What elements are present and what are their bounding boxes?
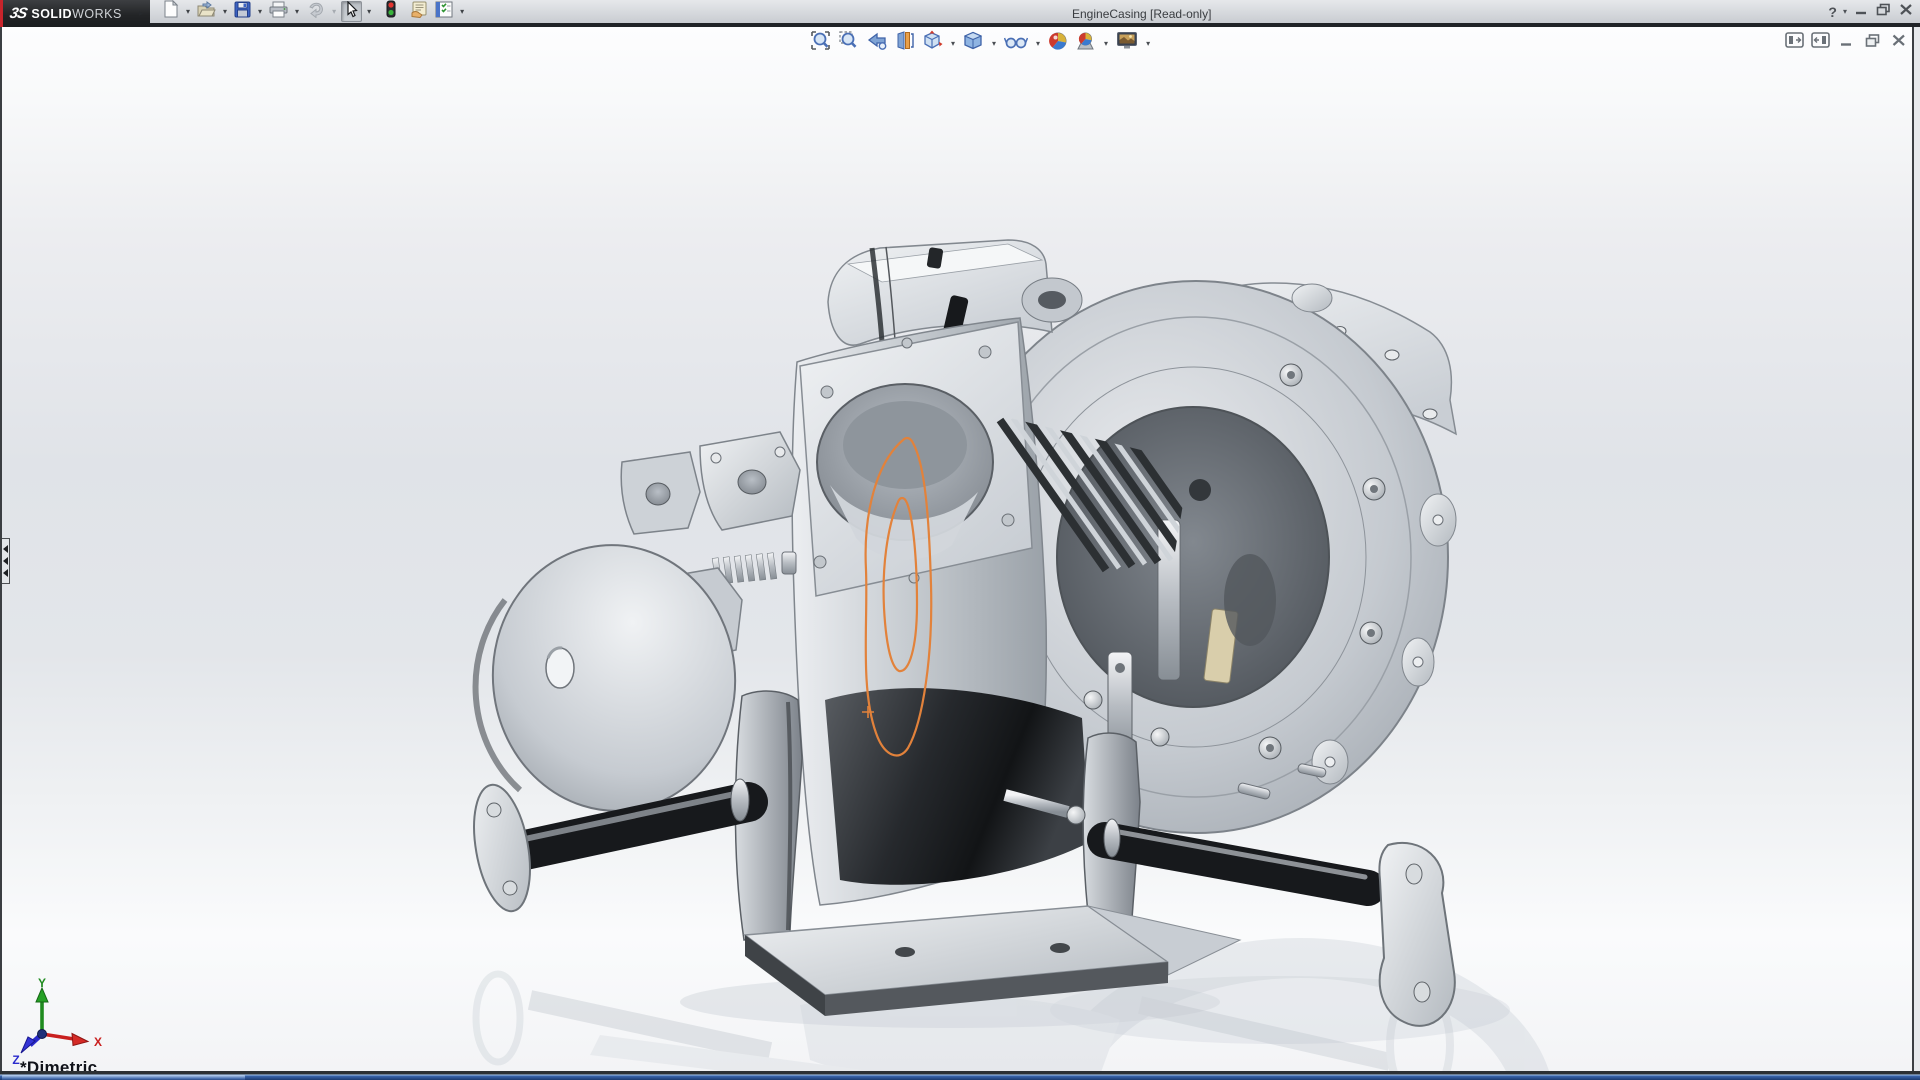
hide-show-items-icon [1003,32,1029,55]
select-dropdown-arrow[interactable]: ▾ [364,7,374,16]
undo-button[interactable] [304,1,327,22]
solidworks-window: 3S SOLID WORKS ▸ ▾ ▾ ▾ ▾ ▾ ▾ ▾ EngineCas… [0,0,1920,1080]
undo-icon [306,1,325,23]
ds-3s-logo-icon: 3S [8,5,29,22]
view-orientation-icon [922,30,943,56]
zoom-to-area-icon [838,30,859,56]
triad-x-axis[interactable]: X [41,1032,102,1050]
display-style-button[interactable] [961,31,986,55]
show-left-pane-button[interactable] [1785,32,1804,48]
previous-view-button[interactable] [864,31,890,55]
undo-dropdown-arrow[interactable]: ▾ [329,7,339,16]
file-properties-button[interactable] [408,1,431,22]
taskbar-button-fragment [2,1075,245,1080]
triad-origin [37,1029,47,1039]
select-cursor-icon [344,0,359,23]
select-tool-button[interactable] [341,0,363,23]
brand-solid: SOLID [31,6,73,21]
minimize-document-button[interactable] [1837,32,1856,48]
view-settings-button[interactable] [1114,31,1140,55]
file-properties-icon [410,1,429,23]
collapse-arrow-icon [2,545,8,553]
collapse-arrow-icon [2,569,8,577]
solidworks-logo[interactable]: 3S SOLID WORKS [0,0,150,27]
edit-appearance-icon [1048,31,1068,56]
orientation-triad[interactable]: Y X Z [6,978,110,1070]
view-orientation-button[interactable] [920,30,945,56]
menu-flyout-arrow-icon[interactable]: ▸ [139,8,144,19]
options-dropdown-arrow[interactable]: ▾ [457,7,467,16]
document-window-controls [1785,32,1908,48]
view-settings-icon [1116,31,1138,55]
apply-scene-icon [1075,31,1096,56]
save-button[interactable] [232,1,253,22]
new-dropdown-arrow[interactable]: ▾ [183,7,193,16]
window-controls: ? ▾ [1828,0,1914,23]
document-title: EngineCasing [Read-only] [1072,7,1212,21]
help-button[interactable]: ? [1828,4,1837,20]
triad-y-label: Y [38,978,46,990]
options-button[interactable] [433,1,455,22]
new-document-icon [162,0,179,23]
options-icon [435,1,453,23]
display-style-dropdown-arrow[interactable]: ▾ [989,39,999,48]
section-view-icon [895,30,915,56]
hide-show-items-button[interactable] [1002,31,1030,55]
zoom-to-fit-icon [810,30,831,56]
titlebar: 3S SOLID WORKS ▸ ▾ ▾ ▾ ▾ ▾ ▾ ▾ EngineCas… [0,0,1920,27]
brand-works: WORKS [72,6,122,21]
standard-toolbar: ▾ ▾ ▾ ▾ ▾ ▾ ▾ [160,0,467,23]
restore-document-button[interactable] [1863,32,1882,48]
save-dropdown-arrow[interactable]: ▾ [255,7,265,16]
triad-z-label: Z [12,1053,19,1067]
open-dropdown-arrow[interactable]: ▾ [220,7,230,16]
graphics-area[interactable]: ▾ ▾ ▾ ▾ ▾ Y X Z *Dimetric [0,27,1920,1077]
print-icon [269,1,288,23]
rebuild-traffic-light-icon [386,0,396,23]
show-right-pane-button[interactable] [1811,32,1830,48]
window-right-border [1912,27,1920,1071]
display-style-icon [963,30,984,56]
zoom-to-area-button[interactable] [836,31,861,55]
crankcase-bottom[interactable] [825,688,1090,885]
headsup-view-toolbar: ▾ ▾ ▾ ▾ ▾ [808,30,1153,56]
triad-x-label: X [94,1035,102,1049]
open-button[interactable] [195,0,218,23]
window-left-border [0,27,2,1071]
minimize-window-button[interactable] [1853,2,1869,21]
triad-y-axis[interactable]: Y [35,978,49,1034]
new-document-button[interactable] [160,0,181,23]
section-view-button[interactable] [893,31,917,55]
taskbar-sliver [0,1071,1920,1080]
restore-window-button[interactable] [1875,2,1892,22]
edit-appearance-button[interactable] [1046,31,1070,55]
help-dropdown-arrow[interactable]: ▾ [1843,7,1847,16]
zoom-to-fit-button[interactable] [808,31,833,55]
model-engine-casing[interactable] [0,27,1920,1071]
apply-scene-button[interactable] [1073,31,1098,55]
collapse-arrow-icon [2,557,8,565]
feature-tree-collapsed-tab[interactable] [1,538,10,584]
close-document-button[interactable] [1889,32,1908,48]
print-dropdown-arrow[interactable]: ▾ [292,7,302,16]
logo-red-edge [0,0,3,27]
save-icon [234,1,251,23]
previous-view-icon [866,31,888,56]
view-orientation-dropdown-arrow[interactable]: ▾ [948,39,958,48]
apply-scene-dropdown-arrow[interactable]: ▾ [1101,39,1111,48]
rebuild-button[interactable] [384,0,398,23]
hide-show-dropdown-arrow[interactable]: ▾ [1033,39,1043,48]
view-settings-dropdown-arrow[interactable]: ▾ [1143,39,1153,48]
open-icon [197,0,216,23]
print-button[interactable] [267,1,290,22]
close-window-button[interactable] [1898,2,1914,22]
